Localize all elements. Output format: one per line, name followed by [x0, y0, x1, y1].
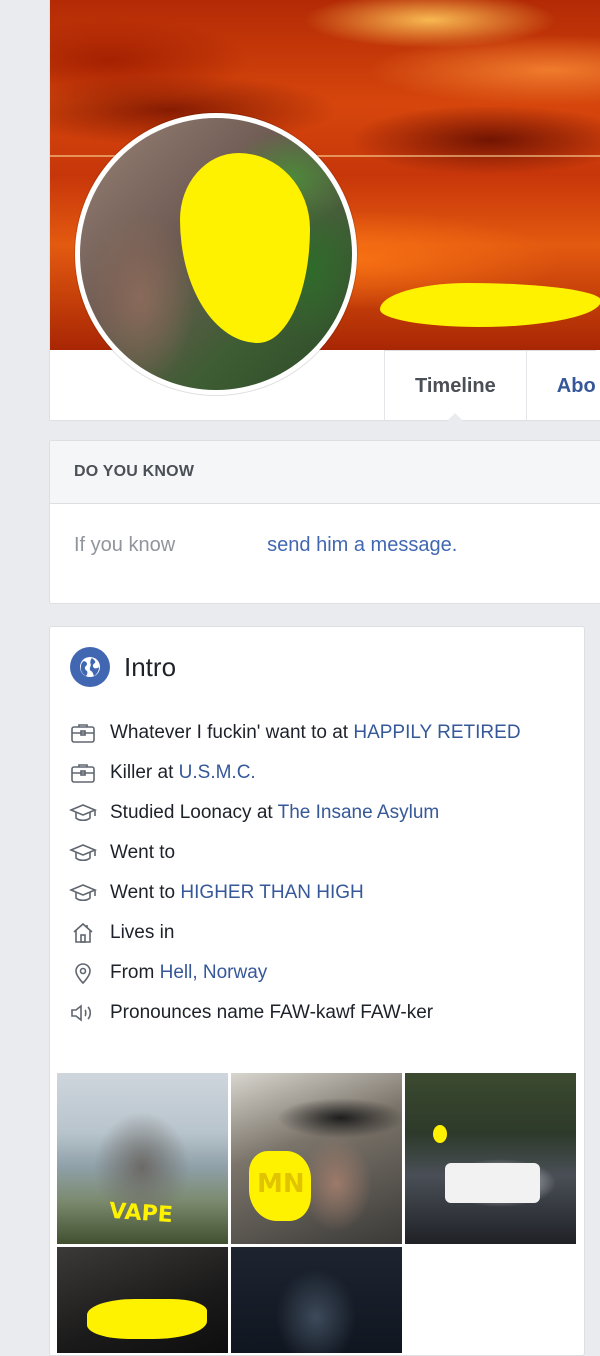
redacted-face [433, 1125, 447, 1143]
intro-item-hometown: From Hell, Norway [68, 960, 568, 986]
intro-item-text: Killer at [110, 762, 174, 783]
speaker-icon[interactable] [68, 1000, 98, 1026]
featured-photo[interactable] [231, 1247, 402, 1353]
intro-item-link[interactable]: U.S.M.C. [179, 762, 256, 783]
intro-item-text: Lives in [110, 922, 175, 943]
tab-timeline[interactable]: Timeline [384, 351, 526, 422]
intro-item-residence: Lives in [68, 920, 568, 946]
briefcase-icon [68, 720, 98, 746]
redacted-face [180, 153, 310, 343]
send-message-link[interactable]: send him a message. [267, 534, 457, 556]
intro-item-work: Whatever I fuckin' want to at HAPPILY RE… [68, 720, 568, 746]
redacted-profile-name [380, 283, 600, 327]
intro-item-education: Studied Loonacy at The Insane Asylum [68, 800, 568, 826]
intro-title: Intro [124, 651, 177, 682]
briefcase-icon [68, 760, 98, 786]
house-icon [68, 920, 98, 946]
intro-item-link[interactable]: Hell, Norway [160, 962, 268, 983]
profile-tabs: Timeline Abo [384, 350, 596, 422]
intro-item-text: Pronounces name FAW-kawf FAW-ker [110, 1002, 434, 1023]
featured-photos: VAPE MN [57, 1073, 577, 1353]
graduation-cap-icon [68, 880, 98, 906]
intro-item-text: From [110, 962, 155, 983]
location-pin-icon [68, 960, 98, 986]
intro-item-text: Went to [110, 842, 176, 863]
featured-photo[interactable]: VAPE [57, 1073, 228, 1244]
featured-photo[interactable] [57, 1247, 228, 1353]
intro-item-link[interactable]: The Insane Asylum [278, 802, 440, 823]
intro-item-work: Killer at U.S.M.C. [68, 760, 568, 786]
intro-item-education: Went to [68, 840, 568, 866]
do-you-know-body: If you know send him a message. [50, 504, 600, 557]
intro-item-link[interactable]: HAPPILY RETIRED [353, 722, 520, 743]
do-you-know-heading: DO YOU KNOW [50, 441, 600, 504]
graduation-cap-icon [68, 800, 98, 826]
intro-item-text: Whatever I fuckin' want to at [110, 722, 349, 743]
photo-overlay-text: MN [257, 1169, 305, 1199]
globe-icon [70, 647, 110, 687]
intro-card: Intro Whatever I fuckin' want to at HAPP… [49, 626, 585, 1356]
tab-about[interactable]: Abo [525, 351, 596, 421]
featured-photo[interactable] [405, 1073, 576, 1244]
profile-picture-frame[interactable] [75, 113, 357, 395]
intro-list: Whatever I fuckin' want to at HAPPILY RE… [68, 720, 568, 1040]
intro-item-text: Went to [110, 882, 176, 903]
graduation-cap-icon [68, 840, 98, 866]
intro-item-pronunciation: Pronounces name FAW-kawf FAW-ker [68, 1000, 568, 1026]
intro-item-text: Studied Loonacy at [110, 802, 273, 823]
intro-item-link[interactable]: HIGHER THAN HIGH [180, 882, 363, 903]
do-you-know-text: If you know [74, 534, 176, 556]
intro-header: Intro [70, 647, 176, 687]
photo-overlay-text: VAPE [108, 1198, 174, 1229]
police-car [445, 1163, 540, 1203]
redacted-text [87, 1299, 207, 1339]
profile-picture[interactable] [80, 118, 352, 390]
profile-header: Timeline Abo [49, 0, 600, 422]
featured-photo[interactable]: MN [231, 1073, 402, 1244]
intro-item-education: Went to HIGHER THAN HIGH [68, 880, 568, 906]
do-you-know-card: DO YOU KNOW If you know send him a messag… [49, 440, 600, 604]
